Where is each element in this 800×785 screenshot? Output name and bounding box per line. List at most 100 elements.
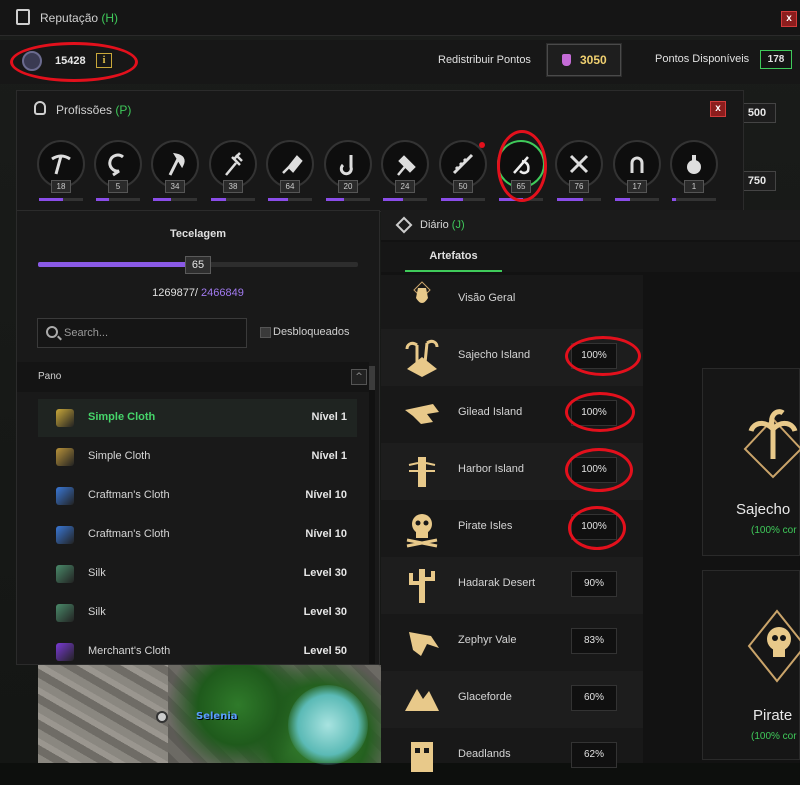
artifact-region-name: Harbor Island bbox=[458, 463, 525, 475]
profession-pitchfork[interactable]: 38 bbox=[209, 140, 257, 202]
redistribute-label: Redistribuir Pontos bbox=[438, 54, 531, 66]
card-subtitle: (100% cor bbox=[751, 525, 797, 536]
profession-progress-bar bbox=[326, 198, 370, 201]
recipe-row[interactable]: Simple Cloth Nível 1 bbox=[38, 438, 357, 476]
island-card[interactable]: Pirate (100% cor bbox=[702, 570, 800, 760]
skull-icon bbox=[406, 514, 438, 548]
crocodile-icon bbox=[405, 404, 439, 424]
profession-hammer[interactable]: 24 bbox=[381, 140, 429, 202]
profession-progress-fill bbox=[211, 198, 227, 201]
recipe-row[interactable]: Silk Level 30 bbox=[38, 594, 357, 632]
recipe-level: Level 30 bbox=[303, 567, 347, 579]
reputation-icon bbox=[16, 9, 30, 25]
profession-progress-fill bbox=[326, 198, 344, 201]
profession-progress-fill bbox=[615, 198, 631, 201]
skull-icon bbox=[747, 609, 800, 683]
recipe-row[interactable]: Merchant's Cloth Level 50 bbox=[38, 633, 357, 671]
artifact-region-name: Deadlands bbox=[458, 748, 511, 760]
island-card[interactable]: Sajecho (100% cor bbox=[702, 368, 800, 556]
search-icon bbox=[46, 326, 58, 338]
artifact-region-name: Visão Geral bbox=[458, 292, 516, 304]
profession-axe[interactable]: 34 bbox=[151, 140, 199, 202]
artifact-row[interactable]: Glaceforde 60% bbox=[381, 671, 643, 728]
profession-potion[interactable]: 1 bbox=[670, 140, 718, 202]
recipe-name: Merchant's Cloth bbox=[88, 645, 171, 657]
highlight-circle bbox=[568, 506, 626, 550]
redistribute-cost: 3050 bbox=[580, 53, 607, 67]
profession-progress-fill bbox=[441, 198, 463, 201]
profession-progress-bar bbox=[153, 198, 197, 201]
profession-progress-fill bbox=[557, 198, 584, 201]
recipe-scrollbar[interactable] bbox=[369, 366, 375, 664]
cloth-icon bbox=[56, 526, 74, 544]
experience-text: 1269877/ 2466849 bbox=[152, 287, 244, 299]
profession-progress-fill bbox=[96, 198, 110, 201]
profession-level: 34 bbox=[165, 180, 185, 193]
profession-progress-bar bbox=[383, 198, 427, 201]
highlight-circle bbox=[565, 448, 633, 492]
game-map-view[interactable]: Selenia bbox=[38, 665, 383, 765]
profession-name: Tecelagem bbox=[169, 228, 227, 240]
reputation-title: Reputação (H) bbox=[40, 11, 119, 25]
recipe-row[interactable]: Silk Level 30 bbox=[38, 555, 357, 593]
recipe-row[interactable]: Simple Cloth Nível 1 bbox=[38, 399, 357, 437]
search-placeholder: Search... bbox=[64, 327, 109, 339]
level-progress-fill bbox=[38, 262, 189, 267]
recipe-scrollbar-thumb[interactable] bbox=[369, 366, 375, 390]
profession-level: 38 bbox=[223, 180, 243, 193]
cleaver-icon bbox=[282, 155, 303, 174]
profession-progress-fill bbox=[39, 198, 64, 201]
horseshoe-icon bbox=[630, 156, 644, 173]
collapse-category-button[interactable]: ^ bbox=[351, 369, 367, 385]
player-name: Selenia bbox=[196, 711, 238, 722]
artifact-region-name: Glaceforde bbox=[458, 691, 512, 703]
profession-horseshoe[interactable]: 17 bbox=[613, 140, 661, 202]
player-marker-icon bbox=[156, 711, 168, 723]
recipe-level: Nível 10 bbox=[305, 489, 347, 501]
profession-progress-bar bbox=[211, 198, 255, 201]
cactus-icon bbox=[409, 569, 435, 603]
profession-progress-fill bbox=[153, 198, 171, 201]
profession-level: 76 bbox=[569, 180, 589, 193]
recipe-row[interactable]: Craftman's Cloth Nível 10 bbox=[38, 477, 357, 515]
artifact-region-name: Sajecho Island bbox=[458, 349, 531, 361]
artifact-row[interactable]: Zephyr Vale 83% bbox=[381, 614, 643, 671]
profession-fishing-hook[interactable]: 20 bbox=[324, 140, 372, 202]
highlight-circle bbox=[565, 392, 635, 432]
cloth-icon bbox=[56, 487, 74, 505]
notification-dot bbox=[479, 142, 485, 148]
artifact-row[interactable]: Visão Geral bbox=[381, 272, 643, 329]
vase-icon bbox=[413, 281, 431, 303]
unlocked-checkbox[interactable] bbox=[260, 327, 271, 338]
reputation-close-button[interactable]: x bbox=[781, 11, 797, 27]
recipe-level: Nível 1 bbox=[311, 450, 347, 462]
profession-pickaxe[interactable]: 18 bbox=[37, 140, 85, 202]
artifact-region-name: Zephyr Vale bbox=[458, 634, 517, 646]
profession-cleaver[interactable]: 64 bbox=[266, 140, 314, 202]
axe-icon bbox=[168, 152, 185, 176]
lighthouse-icon bbox=[408, 457, 436, 487]
category-header[interactable] bbox=[17, 362, 369, 392]
artifact-row[interactable]: Deadlands 62% bbox=[381, 728, 643, 785]
available-points-label: Pontos Disponíveis bbox=[655, 53, 750, 65]
profession-saw[interactable]: 50 bbox=[439, 140, 487, 202]
artifact-row[interactable]: Hadarak Desert 90% bbox=[381, 557, 643, 614]
profession-sickle[interactable]: 5 bbox=[94, 140, 142, 202]
profession-progress-fill bbox=[672, 198, 677, 201]
category-label: Pano bbox=[38, 371, 62, 382]
profession-progress-bar bbox=[615, 198, 659, 201]
completion-percent: 62% bbox=[571, 742, 617, 768]
cloth-icon bbox=[56, 409, 74, 427]
tab-artefatos[interactable]: Artefatos bbox=[405, 242, 502, 272]
recipe-name: Simple Cloth bbox=[88, 450, 151, 462]
cloth-icon bbox=[56, 565, 74, 583]
professions-close-button[interactable]: x bbox=[710, 101, 726, 117]
profession-progress-bar bbox=[557, 198, 601, 201]
diary-title: Diário (J) bbox=[420, 219, 465, 231]
recipe-row[interactable]: Craftman's Cloth Nível 10 bbox=[38, 516, 357, 554]
profession-level: 18 bbox=[51, 180, 71, 193]
crystal-pillar bbox=[288, 685, 368, 765]
recipe-name: Silk bbox=[88, 606, 106, 618]
profession-crossed-tools[interactable]: 76 bbox=[555, 140, 603, 202]
recipe-level: Level 50 bbox=[303, 645, 347, 657]
